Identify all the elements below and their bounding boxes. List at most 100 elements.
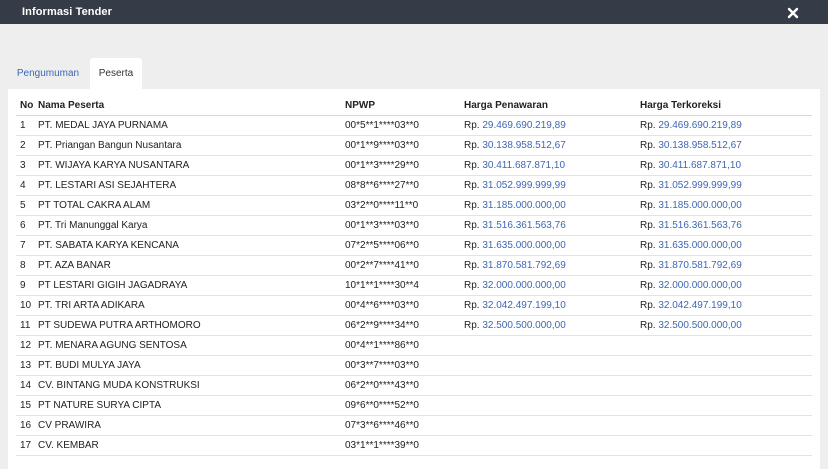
cell-npwp: 07*3**6****46**0: [341, 415, 460, 436]
cell-npwp: 00*5**1****03**0: [341, 115, 460, 136]
peserta-table: No Nama Peserta NPWP Harga Penawaran Har…: [16, 95, 812, 456]
table-row: 17 CV. KEMBAR 03*1**1****39**0: [16, 435, 812, 456]
cell-harga-penawaran: Rp. 31.870.581.792,69: [460, 255, 636, 276]
currency-prefix: Rp.: [640, 120, 656, 131]
cell-npwp: 00*3**7****03**0: [341, 355, 460, 376]
table-body: 1 PT. MEDAL JAYA PURNAMA 00*5**1****03**0 R…: [16, 115, 812, 456]
table-row: 16 CV PRAWIRA 07*3**6****46**0: [16, 415, 812, 436]
cell-harga-penawaran: Rp. 31.185.000.000,00: [460, 195, 636, 216]
currency-prefix: Rp.: [640, 260, 656, 271]
currency-prefix: Rp.: [464, 300, 480, 311]
currency-prefix: Rp.: [640, 140, 656, 151]
cell-harga-terkoreksi: Rp. 31.870.581.792,69: [636, 255, 812, 276]
cell-nama-peserta: PT. LESTARI ASI SEJAHTERA: [34, 175, 341, 196]
cell-no: 17: [16, 435, 34, 456]
cell-no: 3: [16, 155, 34, 176]
cell-harga-terkoreksi: Rp. 29.469.690.219,89: [636, 115, 812, 136]
cell-nama-peserta: PT. AZA BANAR: [34, 255, 341, 276]
cell-no: 12: [16, 335, 34, 356]
cell-no: 9: [16, 275, 34, 296]
cell-no: 2: [16, 135, 34, 156]
currency-prefix: Rp.: [464, 260, 480, 271]
close-x-icon-svg: [787, 7, 799, 19]
amount-value: 30.138.958.512,67: [658, 140, 742, 151]
cell-npwp: 00*4**6****03**0: [341, 295, 460, 316]
cell-no: 10: [16, 295, 34, 316]
currency-prefix: Rp.: [464, 240, 480, 251]
cell-npwp: 03*2**0****11**0: [341, 195, 460, 216]
amount-value: 31.870.581.792,69: [658, 260, 742, 271]
table-row: 14 CV. BINTANG MUDA KONSTRUKSI 06*2**0****…: [16, 375, 812, 396]
cell-harga-terkoreksi: Rp. 31.185.000.000,00: [636, 195, 812, 216]
currency-prefix: Rp.: [640, 220, 656, 231]
cell-harga-penawaran: Rp. 31.052.999.999,99: [460, 175, 636, 196]
cell-no: 7: [16, 235, 34, 256]
cell-nama-peserta: PT. WIJAYA KARYA NUSANTARA: [34, 155, 341, 176]
cell-harga-terkoreksi: Rp. 31.052.999.999,99: [636, 175, 812, 196]
cell-nama-peserta: CV PRAWIRA: [34, 415, 341, 436]
cell-no: 11: [16, 315, 34, 336]
header-npwp: NPWP: [341, 95, 460, 116]
cell-no: 4: [16, 175, 34, 196]
header-harga-terkoreksi: Harga Terkoreksi: [636, 95, 812, 116]
tab-pengumuman[interactable]: Pengumuman: [8, 58, 88, 89]
cell-npwp: 00*4**1****86**0: [341, 335, 460, 356]
table-row: 13 PT. BUDI MULYA JAYA 00*3**7****03**0: [16, 355, 812, 376]
cell-harga-penawaran: Rp. 32.500.500.000,00: [460, 315, 636, 336]
cell-harga-penawaran: [460, 375, 636, 396]
amount-value: 31.185.000.000,00: [658, 200, 742, 211]
tab-peserta[interactable]: Peserta: [90, 58, 142, 89]
cell-harga-penawaran: [460, 435, 636, 456]
window-title: Informasi Tender: [22, 6, 113, 18]
close-x-icon[interactable]: [786, 6, 800, 20]
cell-no: 6: [16, 215, 34, 236]
cell-nama-peserta: PT. Tri Manunggal Karya: [34, 215, 341, 236]
table-row: 9 PT LESTARI GIGIH JAGADRAYA 10*1**1****30…: [16, 275, 812, 296]
cell-no: 14: [16, 375, 34, 396]
table-row: 3 PT. WIJAYA KARYA NUSANTARA 00*1**3****29…: [16, 155, 812, 176]
table-row: 7 PT. SABATA KARYA KENCANA 07*2**5****06**…: [16, 235, 812, 256]
table-row: 1 PT. MEDAL JAYA PURNAMA 00*5**1****03**0 R…: [16, 115, 812, 136]
cell-npwp: 03*1**1****39**0: [341, 435, 460, 456]
cell-npwp: 06*2**0****43**0: [341, 375, 460, 396]
cell-no: 1: [16, 115, 34, 136]
amount-value: 32.500.500.000,00: [482, 320, 566, 331]
amount-value: 29.469.690.219,89: [482, 120, 566, 131]
currency-prefix: Rp.: [464, 220, 480, 231]
amount-value: 32.042.497.199,10: [658, 300, 742, 311]
currency-prefix: Rp.: [464, 160, 480, 171]
amount-value: 32.500.500.000,00: [658, 320, 742, 331]
amount-value: 31.052.999.999,99: [658, 180, 742, 191]
cell-no: 5: [16, 195, 34, 216]
table-row: 4 PT. LESTARI ASI SEJAHTERA 08*8**6****27*…: [16, 175, 812, 196]
cell-npwp: 00*2**7****41**0: [341, 255, 460, 276]
cell-harga-penawaran: Rp. 32.042.497.199,10: [460, 295, 636, 316]
window-titlebar: Informasi Tender: [0, 0, 828, 24]
amount-value: 31.635.000.000,00: [658, 240, 742, 251]
cell-harga-terkoreksi: Rp. 32.500.500.000,00: [636, 315, 812, 336]
currency-prefix: Rp.: [640, 160, 656, 171]
cell-no: 13: [16, 355, 34, 376]
currency-prefix: Rp.: [640, 180, 656, 191]
cell-harga-terkoreksi: [636, 355, 812, 376]
cell-harga-terkoreksi: [636, 415, 812, 436]
cell-nama-peserta: PT. BUDI MULYA JAYA: [34, 355, 341, 376]
currency-prefix: Rp.: [640, 320, 656, 331]
cell-nama-peserta: PT NATURE SURYA CIPTA: [34, 395, 341, 416]
cell-nama-peserta: PT. MENARA AGUNG SENTOSA: [34, 335, 341, 356]
amount-value: 32.000.000.000,00: [482, 280, 566, 291]
cell-npwp: 07*2**5****06**0: [341, 235, 460, 256]
cell-nama-peserta: PT TOTAL CAKRA ALAM: [34, 195, 341, 216]
cell-npwp: 09*6**0****52**0: [341, 395, 460, 416]
cell-npwp: 00*1**3****29**0: [341, 155, 460, 176]
cell-harga-penawaran: Rp. 31.635.000.000,00: [460, 235, 636, 256]
header-no: No: [16, 95, 34, 116]
currency-prefix: Rp.: [464, 200, 480, 211]
cell-npwp: 00*1**3****03**0: [341, 215, 460, 236]
amount-value: 30.411.687.871,10: [658, 160, 742, 171]
currency-prefix: Rp.: [464, 120, 480, 131]
cell-nama-peserta: CV. KEMBAR: [34, 435, 341, 456]
currency-prefix: Rp.: [640, 200, 656, 211]
cell-nama-peserta: PT SUDEWA PUTRA ARTHOMORO: [34, 315, 341, 336]
currency-prefix: Rp.: [640, 280, 656, 291]
